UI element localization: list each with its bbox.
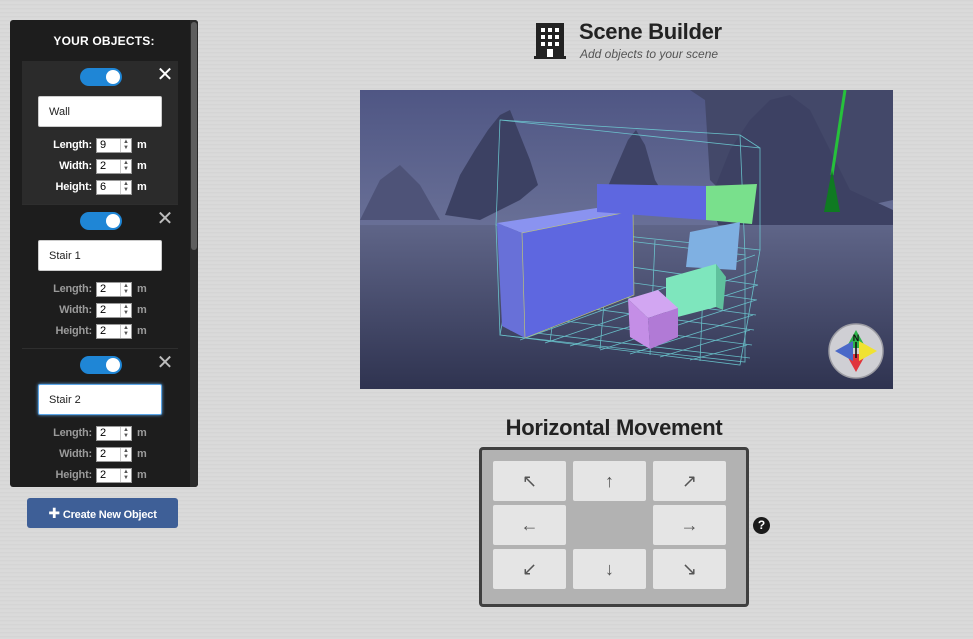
height-row: Height: 2 ▲ ▼ m — [22, 468, 178, 484]
spinner-icon[interactable]: ▲ ▼ — [120, 181, 131, 194]
width-input[interactable]: 2 ▲ ▼ — [96, 447, 132, 462]
spinner-icon[interactable]: ▲ ▼ — [120, 160, 131, 173]
move-right-button[interactable]: → — [653, 505, 726, 545]
unit-label: m — [137, 448, 147, 460]
spinner-icon[interactable]: ▲ ▼ — [120, 448, 131, 461]
scrollbar-thumb[interactable] — [191, 22, 197, 250]
building-icon — [534, 23, 566, 59]
close-icon[interactable]: ✕ — [156, 208, 174, 230]
create-new-object-button[interactable]: ✚ Create New Object — [27, 498, 178, 528]
width-label: Width: — [59, 304, 92, 316]
object-card-stair-2: ✕ Stair 2 Length: 2 ▲ ▼ m Width: 2 ▲ ▼ m Hei… — [22, 349, 178, 487]
move-up-right-button[interactable]: ↗ — [653, 461, 726, 501]
object-name-input[interactable]: Stair 2 — [38, 384, 162, 415]
height-label: Height: — [55, 181, 93, 193]
height-input[interactable]: 2 ▲ ▼ — [96, 468, 132, 483]
object-name-input[interactable]: Wall — [38, 96, 162, 127]
spinner-icon[interactable]: ▲ ▼ — [120, 325, 131, 338]
height-input[interactable]: 2 ▲ ▼ — [96, 324, 132, 339]
visibility-toggle[interactable] — [80, 68, 122, 86]
move-left-button[interactable]: ← — [493, 505, 566, 545]
length-label: Length: — [53, 283, 92, 295]
length-label: Length: — [53, 427, 92, 439]
width-row: Width: 2 ▲ ▼ m — [22, 447, 178, 463]
arrow-down-right-icon: ↘ — [681, 558, 698, 579]
spinner-icon[interactable]: ▲ ▼ — [120, 139, 131, 152]
visibility-toggle[interactable] — [80, 356, 122, 374]
height-label: Height: — [55, 325, 93, 337]
move-down-right-button[interactable]: ↘ — [653, 549, 726, 589]
compass-icon[interactable]: N — [828, 323, 884, 379]
stair-green — [706, 184, 757, 224]
create-button-label: Create New Object — [62, 509, 157, 521]
unit-label: m — [137, 325, 147, 337]
arrow-left-icon: ← — [520, 514, 539, 535]
height-label: Height: — [55, 469, 93, 481]
width-row: Width: 2 ▲ ▼ m — [22, 159, 178, 175]
object-card-stair-1: ✕ Stair 1 Length: 2 ▲ ▼ m Width: 2 ▲ ▼ m Hei… — [22, 205, 178, 349]
unit-label: m — [137, 304, 147, 316]
movement-pad: ↖ ↑ ↗ ← → ↙ ↓ ↘ — [479, 447, 749, 607]
arrow-down-left-icon: ↙ — [521, 558, 538, 579]
plus-icon: ✚ — [48, 505, 60, 521]
length-input[interactable]: 2 ▲ ▼ — [96, 282, 132, 297]
move-up-left-button[interactable]: ↖ — [493, 461, 566, 501]
toggle-knob — [106, 70, 120, 84]
object-name-input[interactable]: Stair 1 — [38, 240, 162, 271]
close-icon[interactable]: ✕ — [156, 352, 174, 374]
height-row: Height: 2 ▲ ▼ m — [22, 324, 178, 340]
toggle-knob — [106, 358, 120, 372]
width-label: Width: — [59, 448, 92, 460]
length-row: Length: 9 ▲ ▼ m — [22, 138, 178, 154]
unit-label: m — [137, 283, 147, 295]
move-up-button[interactable]: ↑ — [573, 461, 646, 501]
spinner-icon[interactable]: ▲ ▼ — [120, 469, 131, 482]
unit-label: m — [137, 160, 147, 172]
unit-label: m — [137, 427, 147, 439]
length-input[interactable]: 2 ▲ ▼ — [96, 426, 132, 441]
move-down-left-button[interactable]: ↙ — [493, 549, 566, 589]
unit-label: m — [137, 139, 147, 151]
width-input[interactable]: 2 ▲ ▼ — [96, 303, 132, 318]
movement-title: Horizontal Movement — [505, 415, 723, 440]
arrow-up-right-icon: ↗ — [681, 470, 698, 491]
scene-viewport[interactable]: N — [360, 90, 893, 389]
scene-canvas[interactable]: N — [360, 90, 893, 389]
length-label: Length: — [53, 139, 92, 151]
page-title: Scene Builder — [579, 19, 722, 44]
toggle-knob — [106, 214, 120, 228]
page-subtitle: Add objects to your scene — [580, 47, 719, 61]
move-down-button[interactable]: ↓ — [573, 549, 646, 589]
length-input[interactable]: 9 ▲ ▼ — [96, 138, 132, 153]
width-label: Width: — [59, 160, 92, 172]
arrow-up-left-icon: ↖ — [521, 470, 538, 491]
width-input[interactable]: 2 ▲ ▼ — [96, 159, 132, 174]
height-row: Height: 6 ▲ ▼ m — [22, 180, 178, 196]
spinner-icon[interactable]: ▲ ▼ — [120, 304, 131, 317]
close-icon[interactable]: ✕ — [156, 64, 174, 86]
objects-panel: YOUR OBJECTS: ✕ Wall Length: 9 ▲ ▼ m Width… — [10, 20, 198, 487]
arrow-right-icon: → — [680, 514, 699, 535]
help-icon[interactable]: ? — [753, 517, 770, 534]
spinner-icon[interactable]: ▲ ▼ — [120, 283, 131, 296]
object-card-wall: ✕ Wall Length: 9 ▲ ▼ m Width: 2 ▲ ▼ m Height… — [22, 61, 178, 205]
height-input[interactable]: 6 ▲ ▼ — [96, 180, 132, 195]
arrow-up-icon: ↑ — [605, 470, 614, 491]
arrow-down-icon: ↓ — [605, 558, 614, 579]
spinner-icon[interactable]: ▲ ▼ — [120, 427, 131, 440]
length-row: Length: 2 ▲ ▼ m — [22, 282, 178, 298]
width-row: Width: 2 ▲ ▼ m — [22, 303, 178, 319]
visibility-toggle[interactable] — [80, 212, 122, 230]
object-list: ✕ Wall Length: 9 ▲ ▼ m Width: 2 ▲ ▼ m Height… — [22, 61, 178, 487]
scrollbar-track[interactable] — [190, 20, 198, 487]
unit-label: m — [137, 469, 147, 481]
objects-panel-title: YOUR OBJECTS: — [53, 34, 155, 48]
length-row: Length: 2 ▲ ▼ m — [22, 426, 178, 442]
unit-label: m — [137, 181, 147, 193]
svg-text:N: N — [853, 333, 860, 343]
